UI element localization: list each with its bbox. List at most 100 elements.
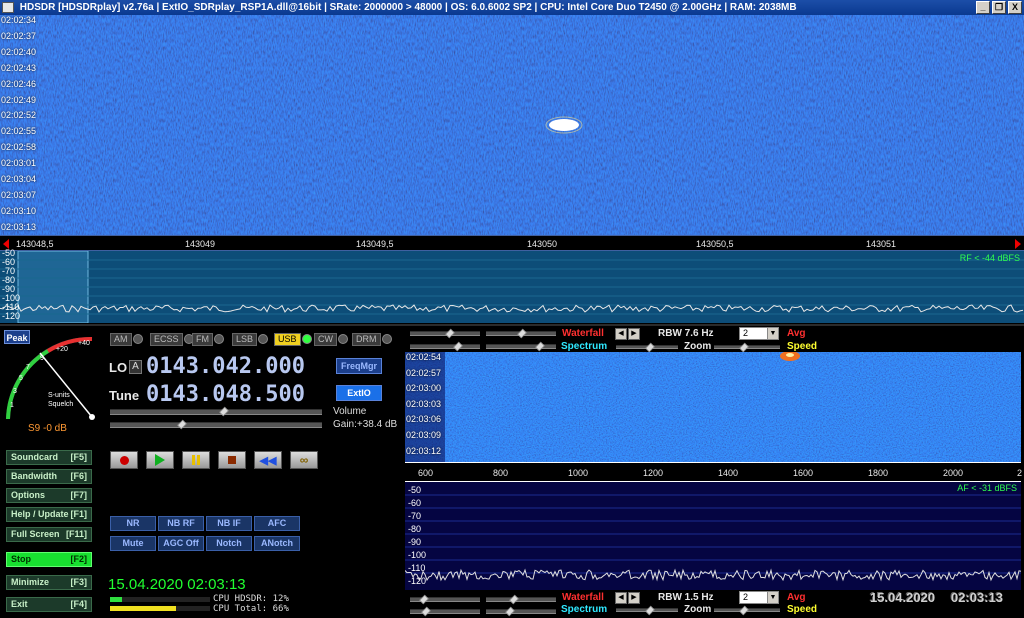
zoom-slider-left[interactable]: [616, 342, 678, 353]
freqmgr-button[interactable]: FreqMgr: [336, 358, 382, 374]
gain-slider-thumb[interactable]: [177, 419, 187, 430]
speed-label: Speed: [787, 341, 818, 352]
dsp-button-nr[interactable]: NR: [110, 516, 156, 531]
dsp-button-notch[interactable]: Notch: [206, 536, 252, 551]
af-spectrum[interactable]: -50 -60 -70 -80 -90 -100 -110 -120 AF < -31 dBF…: [405, 482, 1021, 590]
side-button-key: [F5]: [70, 452, 88, 462]
chevron-down-icon[interactable]: ▼: [767, 328, 778, 339]
restore-window-button[interactable]: ❐: [992, 1, 1006, 14]
loop-button[interactable]: ∞: [290, 451, 318, 469]
lo-frequency[interactable]: 0143.042.000: [146, 354, 305, 379]
squelch-label: Squelch: [48, 401, 73, 408]
dsp-button-mute[interactable]: Mute: [110, 536, 156, 551]
volume-slider[interactable]: [110, 406, 322, 417]
minimize-window-button[interactable]: _: [976, 1, 990, 14]
mode-button-drm[interactable]: DRM: [352, 332, 392, 346]
af-rbw-increase-button[interactable]: ▶: [628, 592, 640, 604]
af-avg-select[interactable]: 2 ▼: [739, 591, 779, 604]
af-frequency-tick-label: 800: [493, 468, 509, 478]
rbw-increase-button[interactable]: ▶: [628, 328, 640, 340]
mode-led-icon: [301, 334, 312, 344]
af-waterfall-time-label: 02:03:00: [406, 383, 442, 394]
volume-label: Volume: [333, 406, 367, 417]
side-button-full-screen[interactable]: Full Screen [F11]: [6, 527, 92, 542]
stop-playback-button[interactable]: [218, 451, 246, 469]
main-spectrum[interactable]: -50 -60 -70 -80 -90 -100 -110 -120 RF < -44 dBF…: [0, 248, 1024, 323]
scroll-right-arrow[interactable]: [1015, 239, 1021, 249]
waterfall-time-label: 02:02:55: [1, 126, 37, 137]
mode-led-icon: [132, 334, 143, 344]
side-button-minimize[interactable]: Minimize [F3]: [6, 575, 92, 590]
pause-button[interactable]: [182, 451, 210, 469]
side-button-exit[interactable]: Exit [F4]: [6, 597, 92, 612]
af-frequency-axis[interactable]: 600 800 1000 1200 1400 1600 1800 2000 2: [405, 462, 1022, 482]
avg-select[interactable]: 2 ▼: [739, 327, 779, 340]
mode-button-am[interactable]: AM: [110, 332, 143, 346]
extio-button[interactable]: ExtIO: [336, 385, 382, 401]
s-scale-5: 5: [19, 375, 23, 382]
af-waterfall[interactable]: [405, 352, 1021, 462]
speed-slider[interactable]: [714, 342, 780, 353]
af-waterfall-time-label: 02:03:12: [406, 445, 442, 456]
play-icon: [155, 454, 165, 466]
af-rbw-decrease-button[interactable]: ◀: [615, 592, 627, 604]
af-zoom-slider[interactable]: [616, 605, 678, 616]
record-button[interactable]: [110, 451, 138, 469]
mode-button-lsb[interactable]: LSB: [232, 332, 269, 346]
af-avg-select-value: 2: [743, 592, 749, 602]
volume-slider-thumb[interactable]: [219, 406, 229, 417]
mode-button-usb[interactable]: USB: [274, 332, 312, 346]
rbw-decrease-button[interactable]: ◀: [615, 328, 627, 340]
af-frequency-tick-label: 1400: [718, 468, 739, 478]
rf-level-readout: RF < -44 dBFS: [959, 253, 1020, 263]
side-button-label: Exit: [11, 599, 28, 609]
waterfall-contrast-slider[interactable]: [410, 328, 480, 339]
tune-frequency[interactable]: 0143.048.500: [146, 382, 305, 407]
dsp-button-nb-if[interactable]: NB IF: [206, 516, 252, 531]
side-button-options[interactable]: Options [F7]: [6, 488, 92, 503]
af-spectrum-db-label: -90: [408, 537, 422, 547]
dsp-button-anotch[interactable]: ANotch: [254, 536, 300, 551]
mode-led-icon: [381, 334, 392, 344]
af-spectrum-brightness-slider[interactable]: [486, 606, 556, 617]
gain-slider[interactable]: [110, 419, 322, 430]
frequency-axis[interactable]: 143048,5 143049 143049,5 143050 143050,5 1430…: [0, 235, 1024, 251]
rewind-button[interactable]: ◀◀: [254, 451, 282, 469]
af-waterfall-brightness-slider[interactable]: [486, 594, 556, 605]
af-spectrum-db-label: -60: [408, 498, 422, 508]
side-button-label: Stop: [11, 554, 31, 564]
rbw-readout: RBW 7.6 Hz: [658, 328, 714, 339]
spectrum-brightness-slider[interactable]: [486, 341, 556, 352]
dsp-button-afc[interactable]: AFC: [254, 516, 300, 531]
spectrum-contrast-slider[interactable]: [410, 341, 480, 352]
af-spectrum-contrast-slider[interactable]: [410, 606, 480, 617]
play-button[interactable]: [146, 451, 174, 469]
side-button-stop[interactable]: Stop [F2]: [6, 552, 92, 567]
close-window-button[interactable]: X: [1008, 1, 1022, 14]
side-button-help-update[interactable]: Help / Update [F1]: [6, 507, 92, 522]
record-icon: [119, 455, 129, 465]
af-speed-slider[interactable]: [714, 605, 780, 616]
frequency-tick-label: 143050,5: [696, 239, 734, 249]
dsp-button-nb-rf[interactable]: NB RF: [158, 516, 204, 531]
zoom-label: Zoom: [684, 341, 712, 352]
af-frequency-tick-label: 1800: [868, 468, 889, 478]
side-button-soundcard[interactable]: Soundcard [F5]: [6, 450, 92, 465]
mode-button-ecss[interactable]: ECSS: [150, 332, 194, 346]
af-speed-label: Speed: [787, 604, 818, 615]
mode-button-fm[interactable]: FM: [192, 332, 224, 346]
cpu-total-bar: [110, 606, 176, 611]
waterfall-brightness-slider[interactable]: [486, 328, 556, 339]
mode-button-cw[interactable]: CW: [314, 332, 348, 346]
peak-button[interactable]: Peak: [4, 330, 30, 344]
main-waterfall[interactable]: [0, 15, 1024, 235]
side-button-key: [F2]: [70, 554, 88, 564]
dsp-button-agc-off[interactable]: AGC Off: [158, 536, 204, 551]
side-button-key: [F7]: [70, 490, 88, 500]
side-button-label: Minimize: [11, 577, 50, 587]
hdsdr-window: HDSDR [HDSDRplay] v2.76a | ExtIO_SDRplay…: [0, 0, 1024, 618]
side-button-bandwidth[interactable]: Bandwidth [F6]: [6, 469, 92, 484]
chevron-down-icon[interactable]: ▼: [767, 592, 778, 603]
af-waterfall-contrast-slider[interactable]: [410, 594, 480, 605]
lo-a-toggle[interactable]: A: [129, 360, 142, 374]
